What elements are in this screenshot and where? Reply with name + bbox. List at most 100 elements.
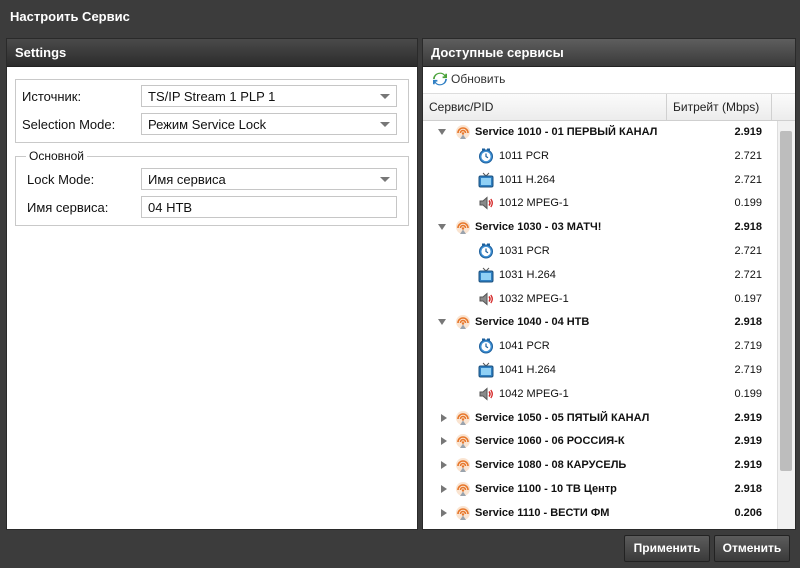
- antenna-service-icon: [455, 433, 471, 449]
- dialog-footer: Применить Отменить: [0, 530, 800, 568]
- window-title: Настроить Сервис: [10, 9, 130, 24]
- lock-mode-select[interactable]: Имя сервиса: [141, 168, 397, 190]
- service-row[interactable]: Service 1030 - 03 МАТЧ! 2.918: [423, 216, 768, 240]
- column-divider: [666, 94, 667, 120]
- selection-mode-label: Selection Mode:: [22, 117, 116, 132]
- bitrate-value: 2.721: [734, 149, 762, 162]
- pid-row[interactable]: 1032 MPEG-1 0.197: [423, 288, 768, 312]
- tv-video-icon: [478, 362, 494, 378]
- column-service-pid[interactable]: Сервис/PID: [429, 94, 493, 120]
- bitrate-value: 2.719: [734, 340, 762, 353]
- service-row[interactable]: Service 1060 - 06 РОССИЯ-К 2.919: [423, 430, 768, 454]
- antenna-service-icon: [455, 410, 471, 426]
- configure-service-window: Настроить Сервис Settings Источник: TS/I…: [0, 0, 800, 568]
- chevron-down-icon: [380, 94, 390, 99]
- source-row: Источник: TS/IP Stream 1 PLP 1: [16, 85, 408, 107]
- collapse-toggle-icon[interactable]: [441, 508, 447, 517]
- clock-pcr-icon: [478, 148, 494, 164]
- refresh-icon: [433, 72, 447, 86]
- expand-toggle-icon[interactable]: [438, 129, 446, 135]
- pid-row[interactable]: 1041 H.264 2.719: [423, 359, 768, 383]
- pid-name: 1011 PCR: [499, 149, 549, 162]
- pid-row[interactable]: 1041 PCR 2.719: [423, 335, 768, 359]
- expand-toggle-icon[interactable]: [438, 319, 446, 326]
- bitrate-value: 0.206: [734, 506, 762, 519]
- antenna-service-icon: [455, 457, 471, 473]
- bitrate-value: 2.918: [734, 316, 762, 329]
- pid-row[interactable]: 1031 PCR 2.721: [423, 240, 768, 264]
- pid-name: 1012 MPEG-1: [499, 197, 569, 210]
- settings-header: Settings: [7, 39, 417, 67]
- speaker-audio-icon: [478, 386, 494, 402]
- collapse-toggle-icon[interactable]: [441, 461, 447, 470]
- collapse-toggle-icon[interactable]: [441, 413, 447, 422]
- bitrate-value: 0.197: [734, 292, 762, 305]
- source-label: Источник:: [22, 89, 82, 104]
- apply-button[interactable]: Применить: [624, 535, 710, 562]
- service-name: Service 1060 - 06 РОССИЯ-К: [475, 435, 625, 448]
- bitrate-value: 2.919: [734, 435, 762, 448]
- source-select[interactable]: TS/IP Stream 1 PLP 1: [141, 85, 397, 107]
- pid-name: 1041 H.264: [499, 364, 556, 376]
- pid-row[interactable]: 1031 H.264 2.721: [423, 264, 768, 288]
- antenna-service-icon: [455, 124, 471, 140]
- pid-row[interactable]: 1042 MPEG-1 0.199: [423, 383, 768, 407]
- service-name-input[interactable]: 04 НТВ: [141, 196, 397, 218]
- pid-name: 1041 PCR: [499, 340, 550, 353]
- bitrate-value: 2.721: [734, 245, 762, 257]
- main-fieldset: Основной Lock Mode: Имя сервиса Имя серв…: [15, 149, 409, 226]
- services-column-headers: Сервис/PID Битрейт (Mbps): [423, 94, 795, 121]
- pid-name: 1031 H.264: [499, 268, 556, 281]
- tv-video-icon: [478, 172, 494, 188]
- selection-mode-value: Режим Service Lock: [148, 117, 267, 132]
- column-bitrate[interactable]: Битрейт (Mbps): [673, 94, 759, 120]
- service-row[interactable]: Service 1050 - 05 ПЯТЫЙ КАНАЛ 2.919: [423, 407, 768, 431]
- chevron-down-icon: [380, 122, 390, 127]
- service-name: Service 1110 - ВЕСТИ ФМ: [475, 506, 610, 519]
- pid-name: 1042 MPEG-1: [499, 387, 569, 400]
- services-tree: Service 1010 - 01 ПЕРВЫЙ КАНАЛ 2.919 1011 …: [423, 121, 795, 529]
- speaker-audio-icon: [478, 195, 494, 211]
- services-toolbar: Обновить: [423, 67, 795, 94]
- lock-mode-value: Имя сервиса: [148, 172, 226, 187]
- pid-name: 1032 MPEG-1: [499, 292, 569, 305]
- bitrate-value: 0.199: [734, 197, 762, 210]
- available-services-panel: Доступные сервисы Обновить Сервис/PID Би…: [422, 38, 796, 530]
- bitrate-value: 0.199: [734, 387, 762, 400]
- service-row[interactable]: Service 1080 - 08 КАРУСЕЛЬ 2.919: [423, 454, 768, 478]
- vertical-scrollbar[interactable]: [777, 121, 795, 529]
- antenna-service-icon: [455, 505, 471, 521]
- service-row[interactable]: Service 1100 - 10 ТВ Центр 2.918: [423, 478, 768, 502]
- clock-pcr-icon: [478, 338, 494, 354]
- service-name: Service 1010 - 01 ПЕРВЫЙ КАНАЛ: [475, 126, 658, 138]
- selection-mode-select[interactable]: Режим Service Lock: [141, 113, 397, 135]
- title-bar[interactable]: Настроить Сервис: [0, 0, 800, 34]
- collapse-toggle-icon[interactable]: [441, 485, 447, 493]
- collapse-toggle-icon[interactable]: [441, 437, 447, 446]
- service-name: Service 1100 - 10 ТВ Центр: [475, 483, 617, 495]
- scrollbar-thumb[interactable]: [780, 131, 792, 471]
- cancel-button[interactable]: Отменить: [714, 535, 790, 562]
- expand-toggle-icon[interactable]: [438, 224, 446, 231]
- bitrate-value: 2.919: [734, 411, 762, 424]
- bitrate-value: 2.918: [734, 221, 762, 234]
- antenna-service-icon: [455, 481, 471, 497]
- refresh-button[interactable]: Обновить: [433, 72, 505, 86]
- tv-video-icon: [478, 267, 494, 283]
- settings-panel: Settings Источник: TS/IP Stream 1 PLP 1 …: [6, 38, 418, 530]
- pid-row[interactable]: 1011 PCR 2.721: [423, 145, 768, 169]
- service-row[interactable]: Service 1110 - ВЕСТИ ФМ 0.206: [423, 502, 768, 526]
- service-name-value: 04 НТВ: [148, 200, 193, 215]
- service-row[interactable]: Service 1010 - 01 ПЕРВЫЙ КАНАЛ 2.919: [423, 121, 768, 145]
- service-name: Service 1040 - 04 НТВ: [475, 316, 590, 329]
- source-section: Источник: TS/IP Stream 1 PLP 1 Selection…: [15, 79, 409, 143]
- pid-row[interactable]: 1012 MPEG-1 0.199: [423, 192, 768, 216]
- antenna-service-icon: [455, 219, 471, 235]
- selection-mode-row: Selection Mode: Режим Service Lock: [16, 113, 408, 135]
- chevron-down-icon: [380, 177, 390, 182]
- pid-row[interactable]: 1011 H.264 2.721: [423, 169, 768, 193]
- pid-name: 1031 PCR: [499, 245, 550, 257]
- bitrate-value: 2.719: [734, 364, 762, 376]
- service-name: Service 1030 - 03 МАТЧ!: [475, 221, 602, 234]
- service-row[interactable]: Service 1040 - 04 НТВ 2.918: [423, 311, 768, 335]
